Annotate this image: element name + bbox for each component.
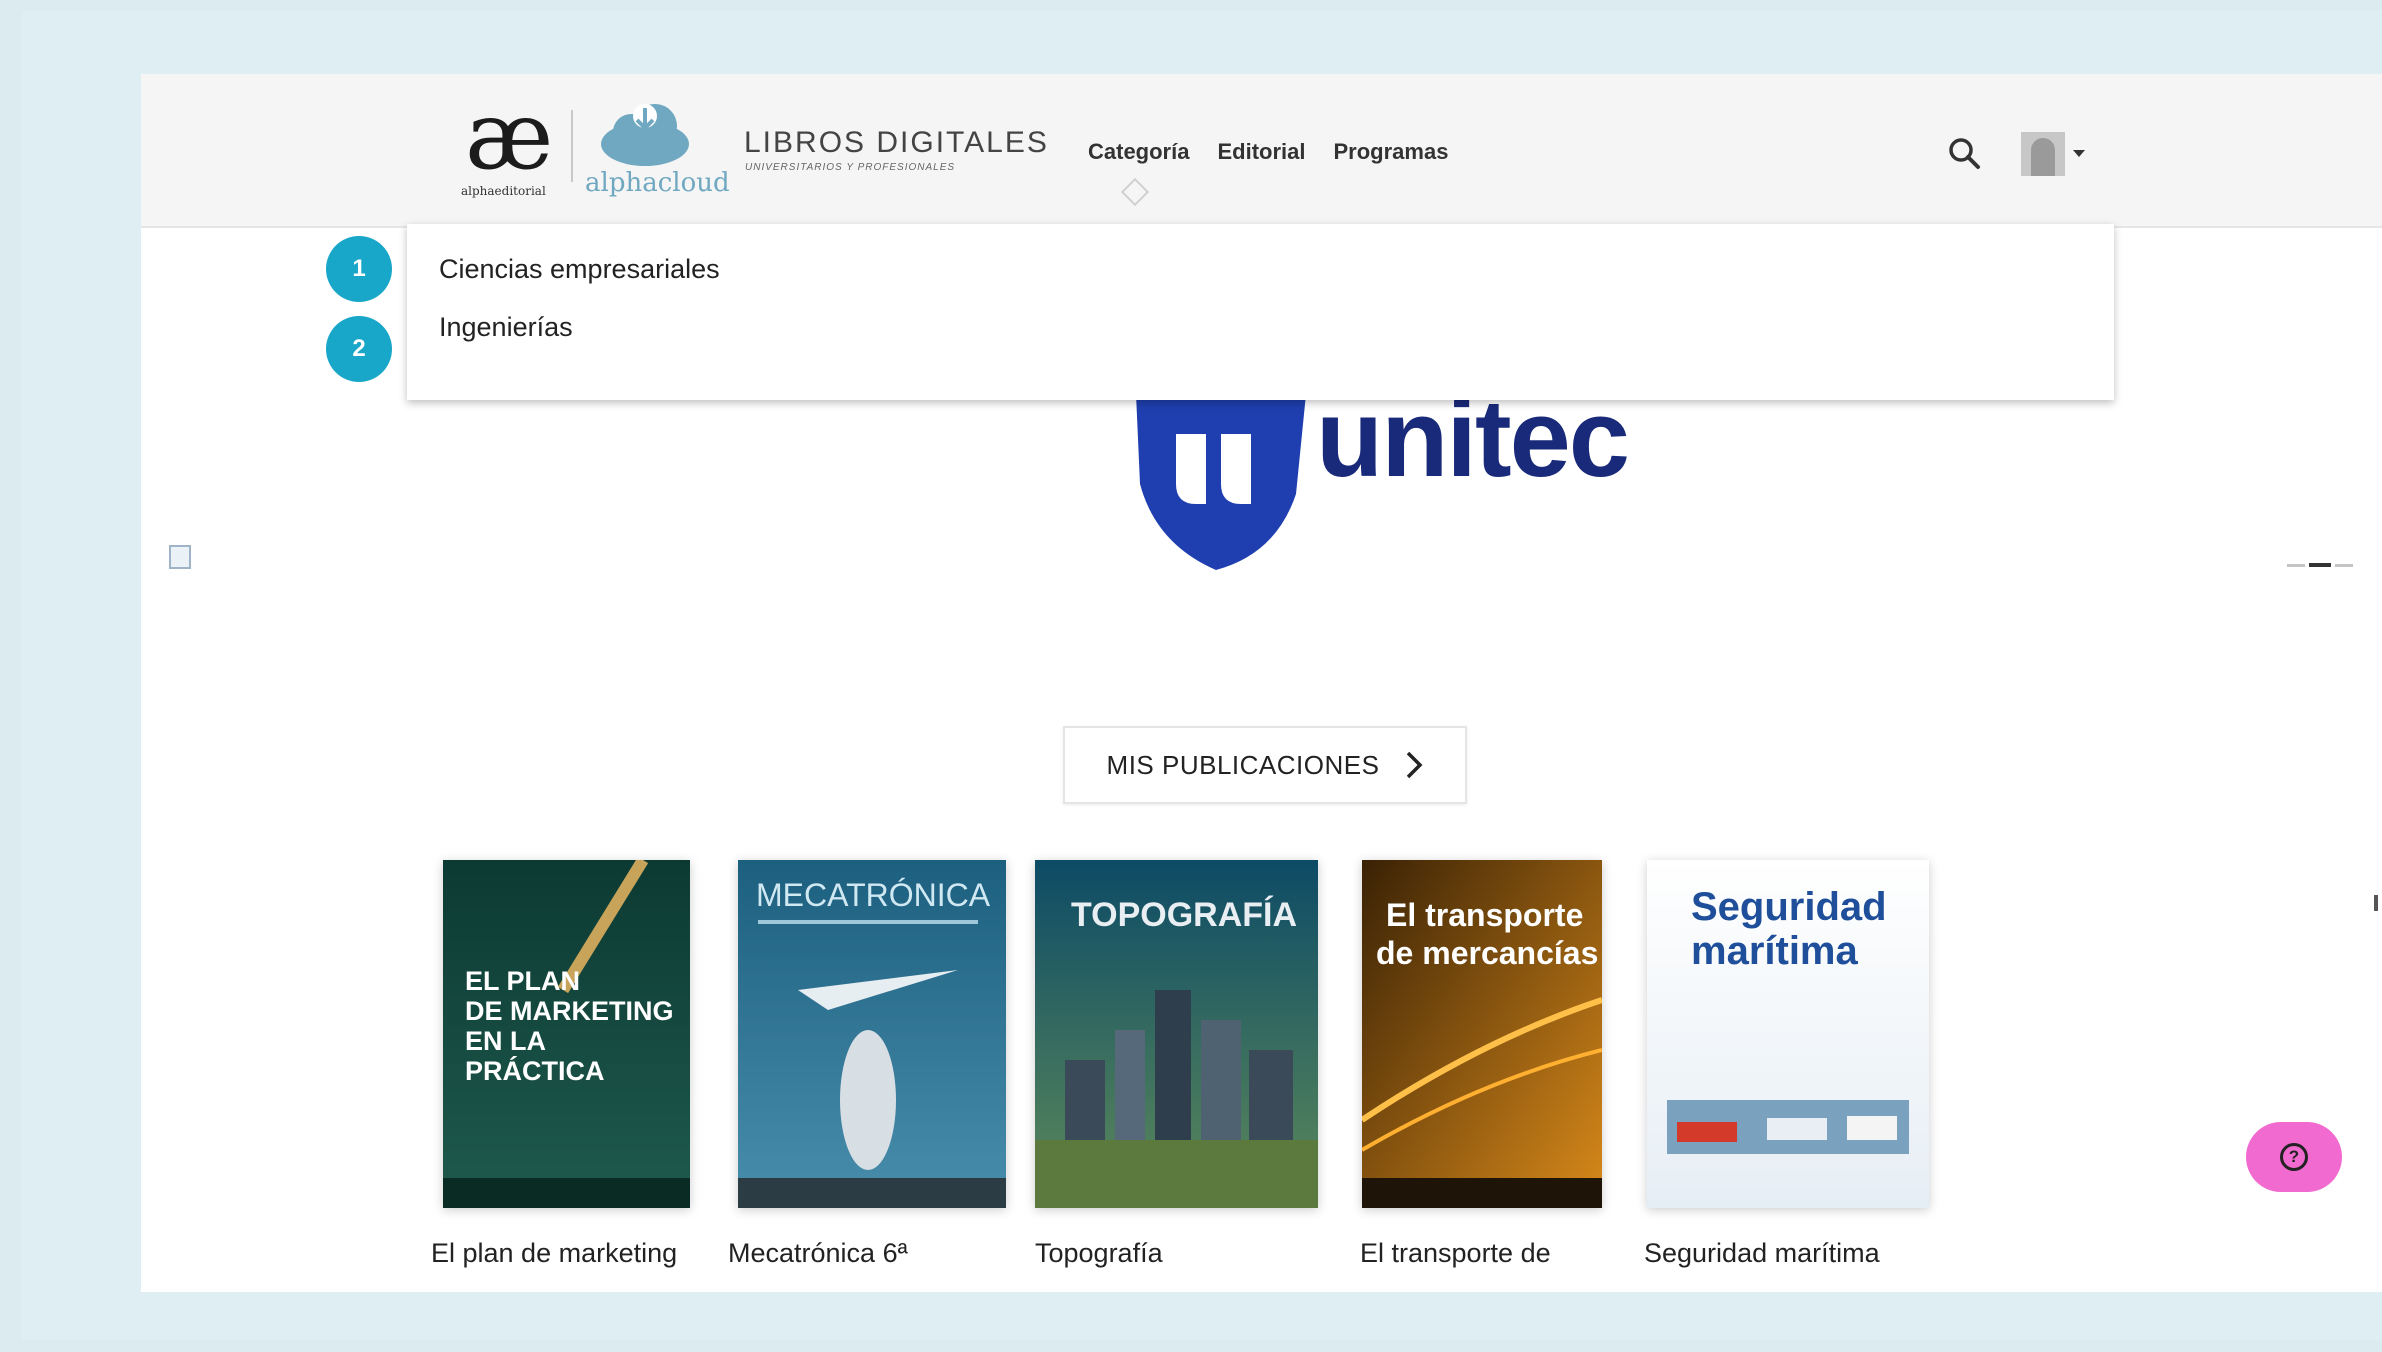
dropdown-pointer-icon (1120, 177, 1150, 207)
book-title[interactable]: Topografía (1035, 1238, 1163, 1269)
svg-text:EN LA: EN LA (465, 1026, 546, 1056)
category-dropdown: Ciencias empresariales Ingenierías (407, 224, 2114, 400)
user-avatar[interactable] (2021, 132, 2065, 176)
hero-banner: unitec (1126, 374, 1686, 574)
help-button[interactable]: ? (2246, 1122, 2342, 1192)
window-edge-mark (2374, 895, 2378, 911)
ae-logo-glyph: æ (465, 82, 554, 191)
mis-publicaciones-button[interactable]: MIS PUBLICACIONES (1063, 726, 1467, 804)
svg-text:marítima: marítima (1691, 929, 1858, 973)
step-badge-2: 2 (326, 316, 392, 382)
alphacloud-logo[interactable]: alphacloud (581, 100, 730, 200)
logo-divider (571, 110, 573, 182)
search-button[interactable] (1945, 134, 1985, 174)
book-cover-art: EL PLAN DE MARKETING EN LA PRÁCTICA (443, 860, 690, 1208)
svg-text:El transporte: El transporte (1386, 897, 1583, 933)
brand-subtitle: UNIVERSITARIOS Y PROFESIONALES (745, 162, 956, 173)
book-cover[interactable]: MECATRÓNICA (738, 860, 1006, 1208)
svg-text:de mercancías: de mercancías (1376, 935, 1598, 971)
main-nav: Categoría Editorial Programas (1088, 139, 1448, 165)
book-cover[interactable]: EL PLAN DE MARKETING EN LA PRÁCTICA (443, 860, 690, 1208)
svg-text:Seguridad: Seguridad (1691, 885, 1887, 929)
nav-programas[interactable]: Programas (1334, 139, 1449, 165)
step-badge-1: 1 (326, 236, 392, 302)
nav-editorial[interactable]: Editorial (1217, 139, 1305, 165)
nav-categoria[interactable]: Categoría (1088, 139, 1189, 165)
top-header: æ alphaeditorial alphacloud LIBROS DIGIT… (141, 74, 2382, 228)
cloud-download-icon (601, 104, 689, 166)
alphaeditorial-logo-text: alphaeditorial (461, 184, 546, 198)
unitec-shield-icon (1136, 394, 1306, 570)
book-cover[interactable]: El transporte de mercancías (1362, 860, 1602, 1208)
book-cover[interactable]: TOPOGRAFÍA (1035, 860, 1318, 1208)
carousel-dot[interactable] (2335, 563, 2353, 567)
book-title[interactable]: Mecatrónica 6ª (728, 1238, 908, 1269)
dropdown-item-ingenierias[interactable]: Ingenierías (439, 312, 573, 343)
book-title[interactable]: El transporte de (1360, 1238, 1551, 1269)
book-cover-art: TOPOGRAFÍA (1035, 860, 1318, 1208)
search-icon (1949, 138, 1980, 169)
carousel-indicators (2287, 563, 2353, 567)
alphaeditorial-logo[interactable]: æ alphaeditorial (461, 90, 571, 199)
chevron-right-icon (1407, 751, 1423, 779)
avatar-silhouette-icon (2031, 138, 2055, 176)
user-menu-chevron-down-icon[interactable] (2073, 150, 2085, 157)
book-title[interactable]: Seguridad marítima (1644, 1238, 1880, 1269)
dropdown-item-ciencias-empresariales[interactable]: Ciencias empresariales (439, 254, 720, 285)
brand-title: LIBROS DIGITALES (744, 126, 1049, 159)
mis-publicaciones-label: MIS PUBLICACIONES (1106, 749, 1380, 780)
svg-text:TOPOGRAFÍA: TOPOGRAFÍA (1071, 896, 1297, 934)
book-cover-art: El transporte de mercancías (1362, 860, 1602, 1208)
carousel-dot-active[interactable] (2309, 563, 2331, 567)
svg-text:PRÁCTICA: PRÁCTICA (465, 1055, 605, 1086)
hero-logo-text: unitec (1316, 377, 1630, 500)
svg-text:DE MARKETING: DE MARKETING (465, 996, 674, 1026)
book-title[interactable]: El plan de marketing (431, 1238, 677, 1269)
broken-image-icon (169, 545, 191, 569)
alphacloud-logo-text: alphacloud (585, 168, 730, 198)
book-cover[interactable]: Seguridad marítima (1647, 860, 1929, 1208)
svg-text:EL PLAN: EL PLAN (465, 966, 580, 996)
app-window: æ alphaeditorial alphacloud LIBROS DIGIT… (141, 74, 2382, 1292)
help-icon: ? (2280, 1143, 2308, 1171)
book-cover-art: MECATRÓNICA (738, 860, 1006, 1208)
carousel-dot[interactable] (2287, 563, 2305, 567)
svg-text:MECATRÓNICA: MECATRÓNICA (756, 877, 991, 913)
book-cover-art: Seguridad marítima (1647, 860, 1929, 1208)
